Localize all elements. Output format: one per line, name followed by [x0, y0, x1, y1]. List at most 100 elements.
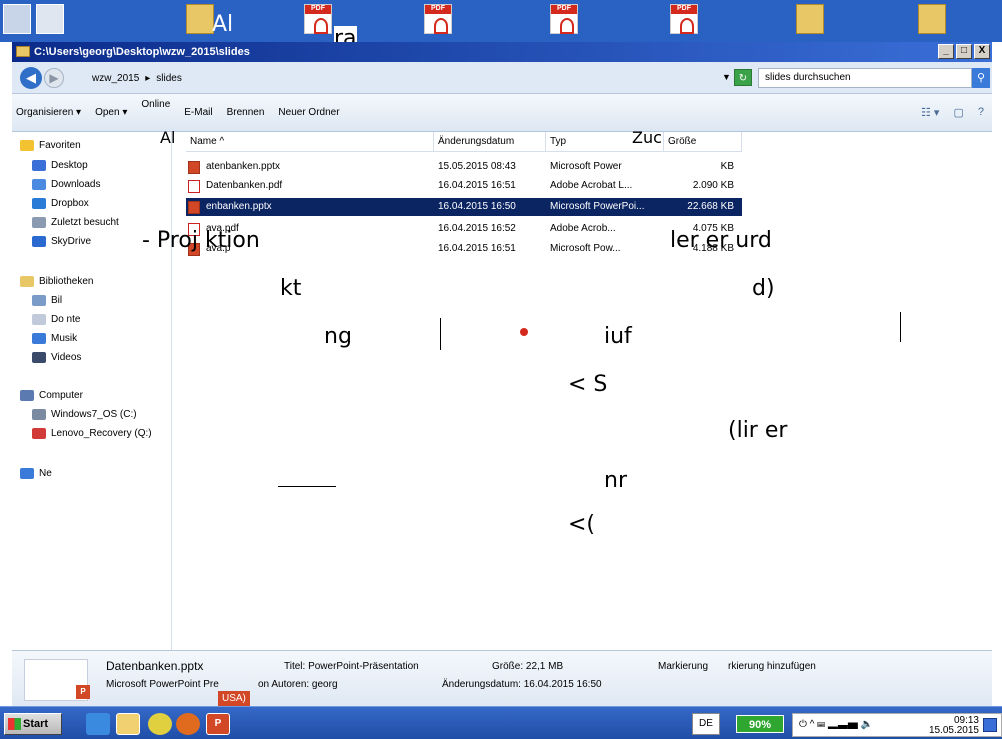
desktop-icon-computer[interactable] [3, 4, 31, 34]
sidebar-item-drive-q[interactable]: Lenovo_Recovery (Q:) [32, 428, 152, 439]
breadcrumb-item[interactable]: wzw_2015 [92, 73, 139, 84]
sidebar-label: Videos [51, 352, 82, 363]
overlay-text: ler er urd [670, 228, 772, 253]
divider [278, 486, 336, 487]
sidebar-item-videos[interactable]: Videos [32, 352, 81, 363]
show-desktop-button[interactable] [983, 718, 997, 732]
sidebar-item-network[interactable]: Ne [20, 468, 52, 479]
file-name: enbanken.pptx [206, 201, 272, 212]
battery-indicator[interactable]: 90% [736, 715, 784, 733]
sidebar-item-libraries[interactable]: Bibliotheken [20, 276, 93, 287]
file-row-selected[interactable]: enbanken.pptx 16.04.2015 16:50 Microsoft… [186, 198, 742, 216]
recovery-drive-icon [32, 428, 46, 439]
sidebar-item-documents[interactable]: Do nte [32, 314, 80, 325]
desktop-folder-icon[interactable] [796, 4, 824, 34]
chevron-down-icon[interactable]: ▼ [722, 72, 731, 82]
sidebar-item-favorites[interactable]: Favoriten [20, 140, 81, 151]
search-icon[interactable]: ⚲ [972, 68, 990, 88]
star-icon [20, 140, 34, 151]
column-header-date[interactable]: Änderungsdatum [434, 132, 546, 152]
desktop-pdf-icon[interactable] [670, 4, 698, 34]
chevron-right-icon: ▸ [145, 72, 151, 84]
overlay-text: - Proj ktion [142, 228, 260, 253]
sidebar-item-skydrive[interactable]: SkyDrive [32, 236, 91, 247]
overlay-text: ng [324, 324, 352, 349]
file-size: 22.668 KB [687, 201, 734, 212]
desktop-folder-icon[interactable] [186, 4, 214, 34]
powerpoint-task-icon[interactable]: P [206, 713, 230, 735]
forward-button[interactable]: ▶ [44, 68, 64, 88]
sidebar-label: Bibliotheken [39, 276, 94, 287]
sidebar-item-desktop[interactable]: Desktop [32, 160, 88, 171]
minimize-button[interactable]: _ [938, 44, 954, 59]
desktop-folder-icon[interactable] [918, 4, 946, 34]
clock-date[interactable]: 15.05.2015 [929, 725, 979, 736]
sidebar-item-dropbox[interactable]: Dropbox [32, 198, 89, 209]
pptx-file-icon [188, 161, 200, 174]
preview-pane-icon[interactable]: ▢ [953, 106, 963, 119]
file-row[interactable]: ava.pdf 16.04.2015 16:52 Adobe Acrob... … [186, 220, 742, 238]
add-tag-link[interactable]: rkierung hinzufügen [728, 661, 816, 672]
sidebar-label: Bil [51, 295, 63, 306]
system-tray: ⏻ ^ ⌨ ▂▃▅ 🔈 09:13 15.05.2015 [792, 713, 1002, 737]
desktop-pdf-icon[interactable] [424, 4, 452, 34]
laser-pointer-dot [520, 328, 528, 336]
back-button[interactable]: ◀ [20, 67, 42, 89]
column-label: Name [190, 136, 217, 147]
desktop-pdf-icon[interactable] [304, 4, 332, 34]
windows-logo-icon [8, 718, 21, 730]
sidebar-label: SkyDrive [51, 236, 92, 247]
tray-icons[interactable]: ⏻ ^ ⌨ ▂▃▅ 🔈 [799, 719, 873, 730]
close-button[interactable]: X [974, 44, 990, 59]
drive-icon [32, 409, 46, 420]
breadcrumb[interactable]: wzw_2015 ▸ slides [92, 70, 182, 86]
file-row[interactable]: atenbanken.pptx 15.05.2015 08:43 Microso… [186, 158, 742, 176]
maximize-button[interactable]: □ [956, 44, 972, 59]
open-button[interactable]: Open ▾ [95, 107, 127, 118]
firefox-icon[interactable] [176, 713, 200, 735]
start-label: Start [23, 718, 49, 730]
new-folder-button[interactable]: Neuer Ordner [278, 107, 339, 118]
desktop-pdf-icon[interactable] [550, 4, 578, 34]
sidebar-item-downloads[interactable]: Downloads [32, 179, 100, 190]
sidebar-item-pictures[interactable]: Bil [32, 295, 62, 306]
start-button[interactable]: Start [4, 713, 62, 735]
file-size: 2.090 KB [692, 180, 734, 191]
overlay-text: < S [568, 372, 608, 397]
sidebar-label: Ne [39, 468, 52, 479]
breadcrumb-item[interactable]: slides [156, 73, 182, 84]
burn-button[interactable]: Brennen [227, 107, 265, 118]
documents-icon [32, 314, 46, 325]
overlay-text: <( [568, 512, 596, 537]
view-options-icon[interactable]: ☷ ▾ [921, 106, 939, 119]
dropbox-icon [32, 198, 46, 209]
ie-icon[interactable] [86, 713, 110, 735]
file-row[interactable]: Datenbanken.pdf 16.04.2015 16:51 Adobe A… [186, 177, 742, 195]
search-input[interactable]: slides durchsuchen [758, 68, 972, 88]
sidebar-item-drive-c[interactable]: Windows7_OS (C:) [32, 409, 137, 420]
cloud-icon [32, 236, 46, 247]
sidebar-item-computer[interactable]: Computer [20, 390, 83, 401]
keyboard-layout-badge: USA) [218, 691, 250, 706]
chrome-icon[interactable] [148, 713, 172, 735]
videos-icon [32, 352, 46, 363]
refresh-button[interactable]: ↻ [734, 69, 752, 86]
online-button[interactable]: Online [141, 99, 170, 110]
file-date: 16.04.2015 16:51 [438, 180, 516, 191]
downloads-icon [32, 179, 46, 190]
column-header-name[interactable]: Name ^ [186, 132, 434, 152]
column-header-size[interactable]: Größe [664, 132, 742, 152]
email-button[interactable]: E-Mail [184, 107, 212, 118]
organize-button[interactable]: Organisieren ▾ [16, 107, 81, 118]
pictures-icon [32, 295, 46, 306]
magnifier-icon[interactable] [36, 4, 64, 34]
powerpoint-icon: P [76, 685, 90, 699]
help-icon[interactable]: ? [978, 106, 984, 119]
file-type: Adobe Acrobat L... [550, 180, 633, 191]
explorer-icon[interactable] [116, 713, 140, 735]
organize-label: Organisieren [16, 107, 74, 118]
sidebar-item-music[interactable]: Musik [32, 333, 77, 344]
file-row[interactable]: ava.p 16.04.2015 16:51 Microsoft Pow... … [186, 240, 742, 258]
sidebar-item-recent[interactable]: Zuletzt besucht [32, 217, 119, 228]
language-indicator[interactable]: DE [692, 713, 720, 735]
